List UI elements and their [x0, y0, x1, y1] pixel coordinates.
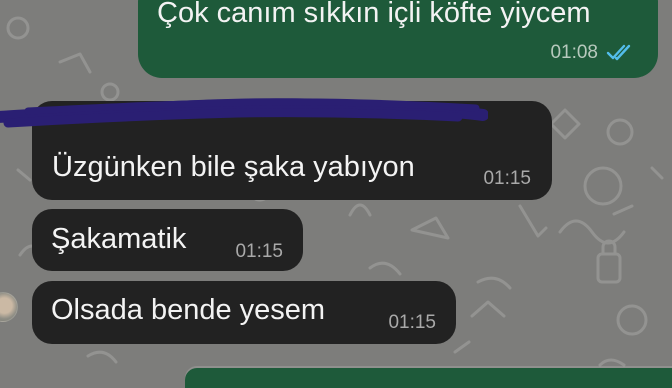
message-time: 01:08	[550, 42, 598, 63]
message-bubble-incoming-3[interactable]: Olsada bende yesem 01:15	[32, 281, 456, 344]
message-text: Üzgünken bile şaka yabıyon	[52, 151, 415, 183]
message-text: Çok canım sıkkın içli köfte yiycem	[157, 0, 591, 29]
message-bubble-incoming-1[interactable]: Üzgünken bile şaka yabıyon 01:15	[0, 98, 552, 200]
message-bubble-outgoing-1[interactable]: Çok canım sıkkın içli köfte yiycem 01:08	[138, 0, 658, 78]
message-time: 01:15	[235, 241, 283, 262]
redacted-sender-scribble	[0, 98, 488, 128]
message-time: 01:15	[388, 312, 436, 333]
message-time: 01:15	[483, 168, 531, 189]
message-bubble-incoming-2[interactable]: Şakamatik 01:15	[32, 209, 303, 271]
double-check-icon	[606, 44, 631, 61]
message-text: Olsada bende yesem	[51, 294, 326, 326]
next-message-bubble-edge	[185, 368, 672, 388]
message-text: Şakamatik	[51, 223, 187, 255]
